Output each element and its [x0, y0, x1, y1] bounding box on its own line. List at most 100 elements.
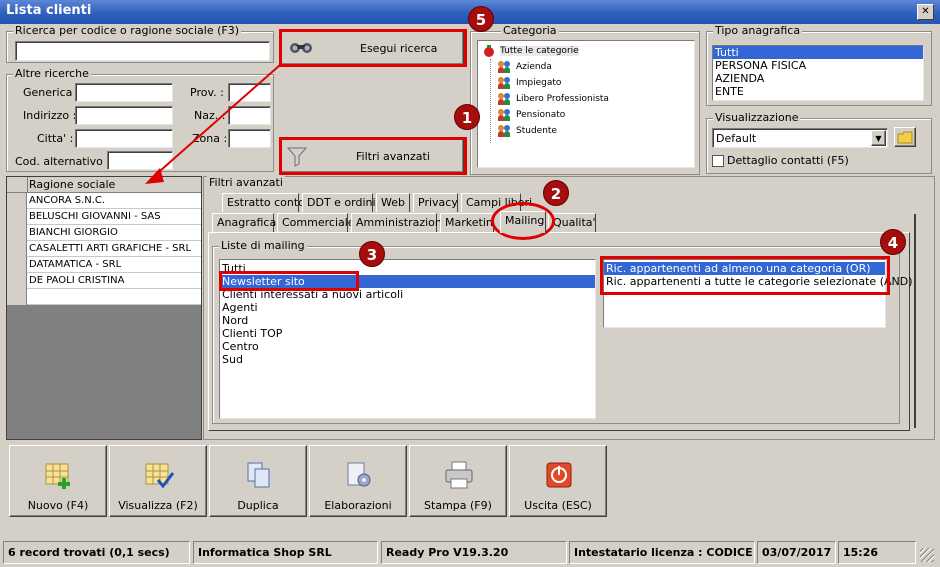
status-date: 03/07/2017: [757, 541, 836, 564]
table-row[interactable]: BELUSCHI GIOVANNI - SAS: [7, 209, 201, 225]
people-icon: [498, 93, 512, 105]
tree-item-label: Azienda: [516, 62, 552, 72]
duplicate-button[interactable]: Duplica: [209, 445, 307, 517]
tab-estratto-conto[interactable]: Estratto conto: [222, 193, 305, 212]
annotation-box: [279, 29, 467, 67]
categoria-tree[interactable]: Tutte le categorie Azienda Impiegato Lib…: [477, 40, 695, 168]
tipo-item[interactable]: Tutti: [713, 46, 923, 59]
tree-item-label: Studente: [516, 126, 557, 136]
annotation-box: [279, 137, 467, 175]
visualizzazione-title: Visualizzazione: [713, 111, 801, 124]
tipo-title: Tipo anagrafica: [713, 24, 803, 37]
resize-grip[interactable]: [920, 548, 934, 562]
tree-item-libero-professionista[interactable]: Libero Professionista: [498, 93, 609, 105]
exit-button-label: Uscita (ESC): [524, 499, 592, 512]
people-icon: [498, 61, 512, 73]
results-grid: Ragione sociale ANCORA S.N.C. BELUSCHI G…: [6, 176, 202, 440]
mailing-list-item[interactable]: Centro: [220, 340, 595, 353]
tipo-list[interactable]: Tutti PERSONA FISICA AZIENDA ENTE: [712, 45, 924, 101]
tab-mailing[interactable]: Mailing: [500, 211, 546, 233]
tree-item-label: Pensionato: [516, 110, 566, 120]
folder-icon: [897, 131, 913, 143]
generica-label: Generica :: [23, 86, 80, 99]
table-row[interactable]: [7, 289, 201, 305]
step-badge: 1: [454, 104, 480, 130]
new-record-icon: [45, 463, 70, 489]
step-badge: 4: [880, 229, 906, 255]
tab-amministrazione[interactable]: Amministrazione: [351, 213, 449, 232]
annotation-box: [219, 271, 359, 291]
tree-root[interactable]: Tutte le categorie: [482, 44, 579, 58]
printer-icon: [445, 461, 473, 489]
new-button-label: Nuovo (F4): [27, 499, 89, 512]
exit-button[interactable]: Uscita (ESC): [509, 445, 607, 517]
chevron-down-icon[interactable]: ▼: [871, 130, 886, 146]
visualizzazione-group: Visualizzazione Default ▼ Dettaglio cont…: [706, 111, 932, 174]
mailing-list-item[interactable]: Sud: [220, 353, 595, 366]
view-select[interactable]: Default ▼: [712, 128, 888, 148]
step-badge: 2: [543, 180, 569, 206]
table-row[interactable]: DE PAOLI CRISTINA: [7, 273, 201, 289]
tipo-item[interactable]: ENTE: [713, 85, 923, 98]
table-row[interactable]: CASALETTI ARTI GRAFICHE - SRL: [7, 241, 201, 257]
table-row[interactable]: DATAMATICA - SRL: [7, 257, 201, 273]
step-badge: 5: [468, 6, 494, 32]
view-record-icon: [145, 463, 174, 489]
status-company: Informatica Shop SRL: [193, 541, 378, 564]
table-row[interactable]: ANCORA S.N.C.: [7, 193, 201, 209]
tree-item-impiegato[interactable]: Impiegato: [498, 77, 561, 89]
status-version: Ready Pro V19.3.20: [381, 541, 567, 564]
power-icon: [546, 462, 572, 488]
processing-button[interactable]: Elaborazioni: [309, 445, 407, 517]
checkbox-label: Dettaglio contatti (F5): [727, 154, 849, 167]
mailing-lists-title: Liste di mailing: [219, 239, 307, 252]
close-button[interactable]: ✕: [917, 4, 934, 20]
status-records: 6 record trovati (0,1 secs): [3, 541, 190, 564]
gear-document-icon: [347, 462, 371, 487]
people-icon: [498, 125, 512, 137]
print-button[interactable]: Stampa (F9): [409, 445, 507, 517]
tab-privacy[interactable]: Privacy: [413, 193, 458, 212]
contact-detail-checkbox[interactable]: Dettaglio contatti (F5): [712, 154, 849, 167]
search-input[interactable]: [15, 41, 270, 61]
view-button[interactable]: Visualizza (F2): [109, 445, 207, 517]
tab-commerciale[interactable]: Commerciale: [277, 213, 355, 232]
mailing-list-item[interactable]: Clienti TOP: [220, 327, 595, 340]
tree-item-studente[interactable]: Studente: [498, 125, 557, 137]
folder-button[interactable]: [894, 127, 916, 147]
duplicate-icon: [247, 462, 270, 488]
tree-root-label: Tutte le categorie: [500, 46, 579, 56]
tipo-item[interactable]: PERSONA FISICA: [713, 59, 923, 72]
cod-alt-label: Cod. alternativo :: [15, 155, 111, 168]
citta-label: Citta' :: [37, 132, 74, 145]
step-badge: 3: [359, 241, 385, 267]
categoria-title: Categoria: [501, 24, 559, 37]
tree-item-label: Libero Professionista: [516, 94, 609, 104]
categoria-group: Categoria Tutte le categorie Azienda Imp…: [470, 24, 700, 175]
view-select-value: Default: [716, 132, 757, 145]
mailing-list-item[interactable]: Agenti: [220, 301, 595, 314]
checkbox-box[interactable]: [712, 154, 724, 167]
tab-qualita[interactable]: Qualita': [548, 213, 596, 232]
tab-web[interactable]: Web: [376, 193, 410, 212]
tab-marketing[interactable]: Marketing: [440, 213, 494, 232]
tab-anagrafica[interactable]: Anagrafica: [212, 213, 276, 232]
status-license: Intestatario licenza : CODICE SRL: [569, 541, 755, 564]
duplicate-button-label: Duplica: [237, 499, 279, 512]
tree-item-label: Impiegato: [516, 78, 562, 88]
mailing-list-item[interactable]: Nord: [220, 314, 595, 327]
annotation-arrow: [145, 64, 281, 184]
indirizzo-label: Indirizzo :: [23, 109, 77, 122]
window-title: Lista clienti: [6, 3, 92, 18]
tree-item-azienda[interactable]: Azienda: [498, 61, 552, 73]
tipo-item[interactable]: AZIENDA: [713, 72, 923, 85]
search-group-title: Ricerca per codice o ragione sociale (F3…: [13, 24, 242, 37]
tree-item-pensionato[interactable]: Pensionato: [498, 109, 565, 121]
new-button[interactable]: Nuovo (F4): [9, 445, 107, 517]
table-row[interactable]: BIANCHI GIORGIO: [7, 225, 201, 241]
people-icon: [498, 109, 512, 121]
people-icon: [498, 77, 512, 89]
processing-button-label: Elaborazioni: [324, 499, 392, 512]
tab-ddt-ordini[interactable]: DDT e ordini: [302, 193, 376, 212]
tipo-group: Tipo anagrafica Tutti PERSONA FISICA AZI…: [706, 24, 932, 106]
